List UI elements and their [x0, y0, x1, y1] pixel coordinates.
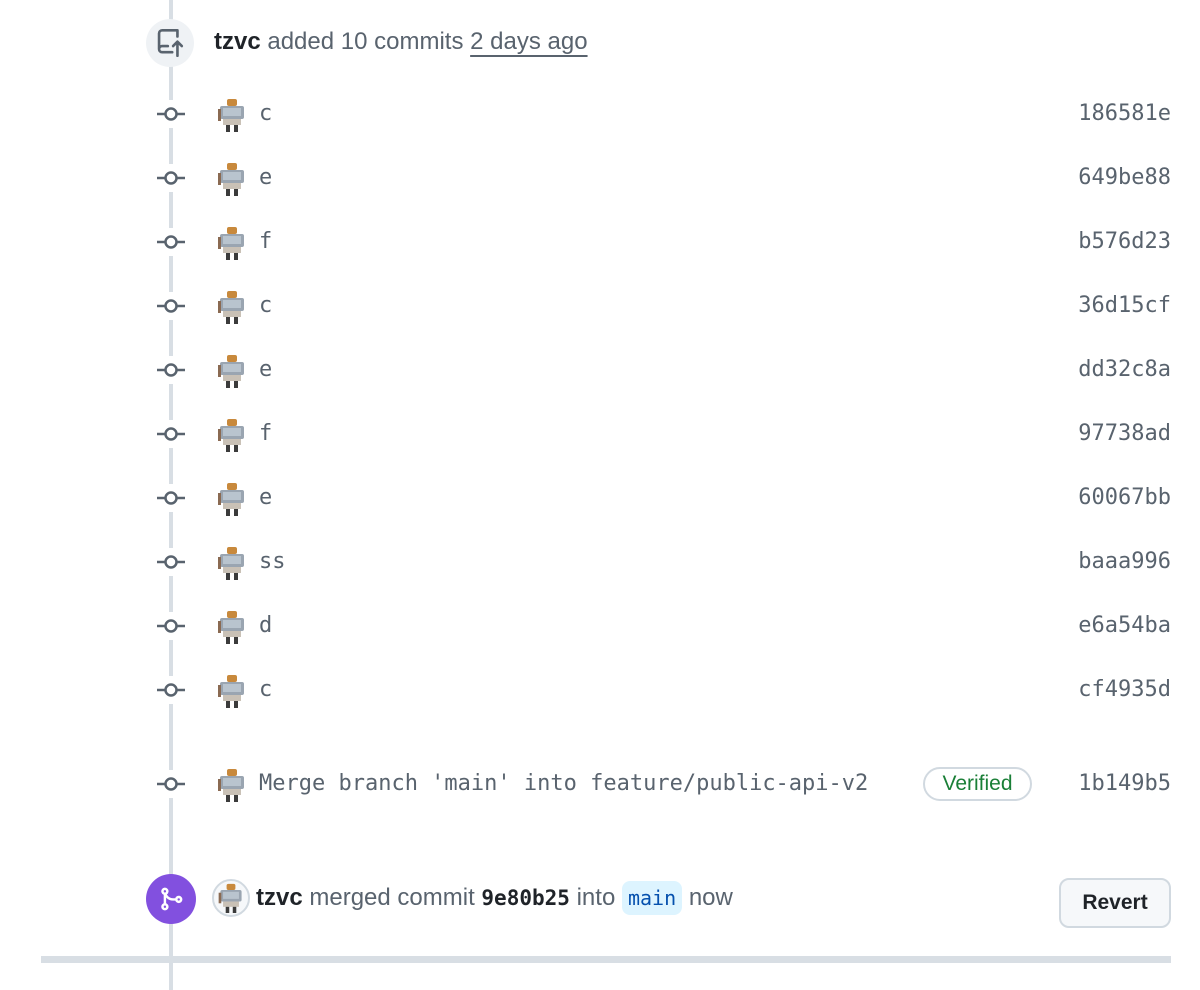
commit-node-icon — [155, 292, 187, 320]
commit-author-avatar[interactable] — [215, 226, 249, 260]
commit-node-icon — [155, 100, 187, 128]
commit-node-icon — [155, 612, 187, 640]
commit-row: f 97738ad — [0, 402, 1200, 466]
commit-node-icon — [155, 770, 187, 798]
merge-event-badge — [146, 874, 196, 924]
commit-row: c 36d15cf — [0, 274, 1200, 338]
commit-message-link[interactable]: c — [259, 292, 272, 320]
commit-author-avatar[interactable] — [215, 482, 249, 516]
commit-node-icon — [155, 676, 187, 704]
push-event-badge — [146, 19, 194, 67]
commit-message-link[interactable]: e — [259, 356, 272, 384]
revert-button[interactable]: Revert — [1059, 878, 1171, 928]
commit-sha-link[interactable]: cf4935d — [1078, 676, 1171, 704]
commit-row: e 649be88 — [0, 146, 1200, 210]
commit-author-avatar[interactable] — [215, 290, 249, 324]
push-author-link[interactable]: tzvc — [214, 28, 261, 55]
commit-message-link[interactable]: d — [259, 612, 272, 640]
push-event-header: tzvc added 10 commits 2 days ago — [214, 26, 588, 58]
commit-node-icon — [155, 484, 187, 512]
commit-message-link[interactable]: f — [259, 420, 272, 448]
commit-sha-link[interactable]: 36d15cf — [1078, 292, 1171, 320]
commit-row: c cf4935d — [0, 658, 1200, 722]
merge-action-text: merged commit — [309, 884, 475, 911]
commit-message-link[interactable]: c — [259, 676, 272, 704]
merge-time-text[interactable]: now — [689, 884, 733, 911]
commit-author-avatar[interactable] — [215, 610, 249, 644]
commit-sha-link[interactable]: 60067bb — [1078, 484, 1171, 512]
commit-sha-link[interactable]: b576d23 — [1078, 228, 1171, 256]
commit-node-icon — [155, 228, 187, 256]
timeline-bottom-divider — [41, 956, 1171, 963]
merge-author-link[interactable]: tzvc — [256, 884, 303, 911]
merge-into-text: into — [576, 884, 616, 911]
commit-node-icon — [155, 164, 187, 192]
merge-event-text: tzvc merged commit 9e80b25 into main now — [256, 881, 733, 915]
commit-author-avatar[interactable] — [215, 546, 249, 580]
commit-row: c 186581e — [0, 82, 1200, 146]
commit-row-merge: Merge branch 'main' into feature/public-… — [0, 752, 1200, 816]
commit-author-avatar[interactable] — [215, 162, 249, 196]
push-action-text: added 10 commits — [267, 28, 464, 55]
commit-message-link[interactable]: Merge branch 'main' into feature/public-… — [259, 770, 868, 798]
commit-message-link[interactable]: ss — [259, 548, 286, 576]
commit-node-icon — [155, 420, 187, 448]
repo-push-icon — [157, 29, 184, 57]
commit-row: e dd32c8a — [0, 338, 1200, 402]
commit-sha-link[interactable]: 186581e — [1078, 100, 1171, 128]
commit-sha-link[interactable]: dd32c8a — [1078, 356, 1171, 384]
commit-message-link[interactable]: e — [259, 164, 272, 192]
push-time-link[interactable]: 2 days ago — [470, 28, 587, 55]
commit-sha-link[interactable]: e6a54ba — [1078, 612, 1171, 640]
commit-message-link[interactable]: c — [259, 100, 272, 128]
commit-message-link[interactable]: f — [259, 228, 272, 256]
merge-author-avatar[interactable] — [212, 879, 250, 917]
branch-name-label[interactable]: main — [621, 881, 683, 915]
commit-author-avatar[interactable] — [215, 354, 249, 388]
merge-commit-sha-link[interactable]: 9e80b25 — [481, 886, 570, 910]
commit-sha-link[interactable]: 97738ad — [1078, 420, 1171, 448]
commit-author-avatar[interactable] — [215, 418, 249, 452]
commit-row: e 60067bb — [0, 466, 1200, 530]
commit-row: ss baaa996 — [0, 530, 1200, 594]
commit-sha-link[interactable]: baaa996 — [1078, 548, 1171, 576]
commit-row: f b576d23 — [0, 210, 1200, 274]
commit-author-avatar[interactable] — [215, 98, 249, 132]
commit-sha-link[interactable]: 1b149b5 — [1078, 770, 1171, 798]
commit-message-link[interactable]: e — [259, 484, 272, 512]
commit-sha-link[interactable]: 649be88 — [1078, 164, 1171, 192]
commit-row: d e6a54ba — [0, 594, 1200, 658]
commit-node-icon — [155, 356, 187, 384]
verified-badge[interactable]: Verified — [923, 767, 1032, 801]
commit-node-icon — [155, 548, 187, 576]
commit-author-avatar[interactable] — [215, 674, 249, 708]
git-merge-icon — [161, 887, 183, 911]
commit-author-avatar[interactable] — [215, 768, 249, 802]
